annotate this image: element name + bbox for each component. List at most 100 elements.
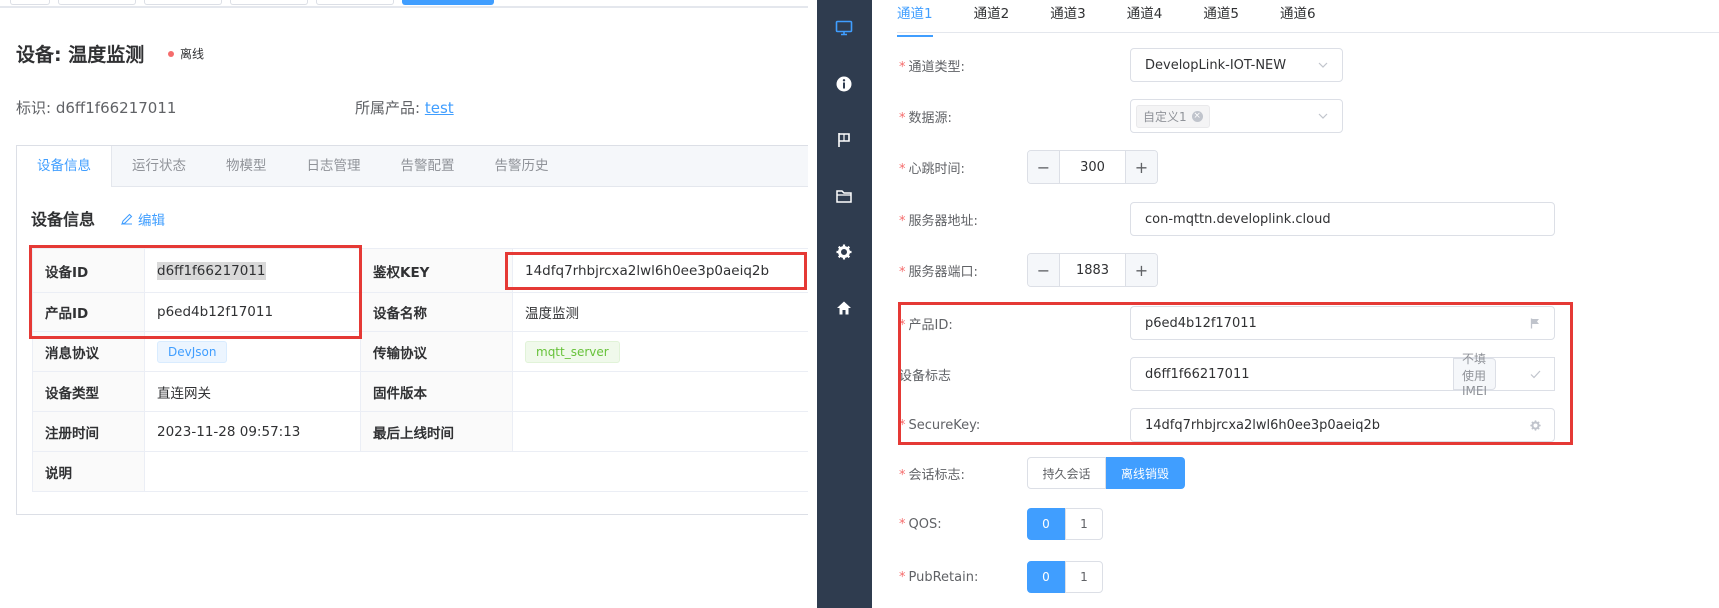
- last-online-value: [512, 411, 808, 452]
- pubretain-option-0[interactable]: 0: [1027, 561, 1065, 593]
- tab-alarm-history[interactable]: 告警历史: [475, 146, 569, 186]
- identifier-meta: 标识: d6ff1f66217011: [16, 97, 176, 118]
- tab-device-info[interactable]: 设备信息: [17, 146, 112, 187]
- identifier-label: 标识:: [16, 99, 52, 117]
- status-text: 离线: [180, 47, 205, 61]
- page-title: 设备: 温度监测: [16, 44, 145, 66]
- channel-type-select[interactable]: DevelopLink-IOT-NEW: [1130, 48, 1343, 82]
- folder-icon[interactable]: [834, 186, 854, 206]
- pubretain-radio-group: 0 1: [1027, 561, 1103, 593]
- auth-key-value: 14dfq7rhbjrcxa2lwl6h0ee3p0aeiq2b: [512, 248, 808, 293]
- home-icon[interactable]: [834, 298, 854, 318]
- server-addr-input[interactable]: con-mqttn.developlink.cloud: [1130, 202, 1555, 236]
- device-tabs-card: 设备信息 运行状态 物模型 日志管理 告警配置 告警历史 设备信息 编辑 设备I…: [16, 145, 808, 515]
- form-row-server-addr: * 服务器地址: con-mqttn.developlink.cloud: [899, 202, 1555, 236]
- page-tab[interactable]: [230, 0, 308, 5]
- reg-time-value: 2023-11-28 09:57:13: [144, 411, 361, 452]
- form-row-channel-type: * 通道类型: DevelopLink-IOT-NEW: [899, 48, 1343, 82]
- offline-dot-icon: [168, 50, 174, 57]
- info-icon[interactable]: [834, 74, 854, 94]
- top-page-tabs: [10, 0, 494, 5]
- channel-config-panel: 通道1 通道2 通道3 通道4 通道5 通道6 * 通道类型: DevelopLi…: [872, 0, 1719, 608]
- check-icon: [1528, 367, 1542, 381]
- tab-channel-3[interactable]: 通道3: [1050, 0, 1086, 32]
- minus-button[interactable]: −: [1028, 254, 1060, 286]
- page-tab[interactable]: [10, 0, 50, 5]
- device-flag-value: d6ff1f66217011: [1145, 366, 1250, 382]
- tab-channel-2[interactable]: 通道2: [974, 0, 1010, 32]
- device-flag-label: 设备标志: [899, 368, 952, 384]
- qos-option-0[interactable]: 0: [1027, 508, 1065, 540]
- pencil-icon: [121, 213, 133, 225]
- server-port-value[interactable]: 1883: [1060, 254, 1125, 286]
- tab-channel-5[interactable]: 通道5: [1203, 0, 1239, 32]
- product-id-label: 产品ID: [32, 292, 145, 332]
- device-name-label: 设备名称: [360, 292, 513, 332]
- channel-type-value: DevelopLink-IOT-NEW: [1145, 57, 1287, 73]
- product-id-input[interactable]: p6ed4b12f17011: [1130, 306, 1555, 340]
- heartbeat-stepper: − 300 +: [1027, 150, 1158, 184]
- tab-thing-model[interactable]: 物模型: [206, 146, 287, 186]
- form-row-qos: * QOS: 0 1: [899, 508, 1103, 540]
- data-source-select[interactable]: 自定义1 ×: [1130, 99, 1343, 133]
- qos-radio-group: 0 1: [1027, 508, 1103, 540]
- msg-protocol-tag: DevJson: [157, 340, 228, 363]
- device-info-table: 设备ID d6ff1f66217011 鉴权KEY 14dfq7rhbjrcxa…: [32, 248, 808, 492]
- minus-button[interactable]: −: [1028, 151, 1060, 183]
- data-source-chip[interactable]: 自定义1 ×: [1136, 104, 1210, 128]
- edit-button[interactable]: 编辑: [121, 209, 165, 229]
- firmware-value: [512, 371, 808, 412]
- transport-tag: mqtt_server: [525, 340, 620, 363]
- session-offline-destroy-option[interactable]: 离线销毁: [1106, 457, 1185, 489]
- form-row-product-id: * 产品ID: p6ed4b12f17011: [899, 306, 1555, 340]
- tab-run-status[interactable]: 运行状态: [112, 146, 206, 186]
- channel-tabs: 通道1 通道2 通道3 通道4 通道5 通道6: [897, 0, 1719, 37]
- qos-option-1[interactable]: 1: [1065, 508, 1103, 540]
- chevron-down-icon: [1316, 58, 1330, 72]
- data-source-label: * 数据源:: [899, 110, 952, 126]
- last-online-label: 最后上线时间: [360, 411, 513, 452]
- product-meta: 所属产品: test: [355, 97, 454, 118]
- device-name-value: 温度监测: [512, 292, 808, 332]
- desc-value: [144, 451, 808, 492]
- top-divider: [0, 6, 808, 8]
- heartbeat-value[interactable]: 300: [1060, 151, 1125, 183]
- product-id-label: * 产品ID:: [899, 317, 953, 333]
- tab-log-manage[interactable]: 日志管理: [287, 146, 381, 186]
- secure-key-input[interactable]: 14dfq7rhbjrcxa2lwl6h0ee3p0aeiq2b: [1130, 408, 1555, 442]
- identifier-value: d6ff1f66217011: [55, 99, 177, 117]
- tab-channel-6[interactable]: 通道6: [1280, 0, 1316, 32]
- tab-channel-1[interactable]: 通道1: [897, 0, 933, 37]
- msg-protocol-cell: DevJson: [144, 331, 361, 372]
- status-badge: 离线: [168, 45, 204, 62]
- session-persistent-option[interactable]: 持久会话: [1027, 457, 1106, 489]
- product-id-value: p6ed4b12f17011: [1145, 315, 1257, 331]
- form-row-session: * 会话标志: 持久会话 离线销毁: [899, 457, 1185, 489]
- page-tab[interactable]: [58, 0, 136, 5]
- pubretain-option-1[interactable]: 1: [1065, 561, 1103, 593]
- device-id-label: 设备ID: [32, 248, 145, 293]
- device-tabs: 设备信息 运行状态 物模型 日志管理 告警配置 告警历史: [17, 146, 808, 187]
- session-radio-group: 持久会话 离线销毁: [1027, 457, 1185, 489]
- server-addr-label: * 服务器地址:: [899, 213, 978, 229]
- tab-channel-4[interactable]: 通道4: [1127, 0, 1163, 32]
- device-id-cell: d6ff1f66217011: [144, 248, 361, 293]
- close-icon[interactable]: ×: [1191, 110, 1203, 122]
- auth-key-label: 鉴权KEY: [360, 248, 513, 293]
- device-detail-panel: 设备: 温度监测 离线 标识: d6ff1f66217011 所属产品: tes…: [0, 0, 808, 608]
- tab-alarm-config[interactable]: 告警配置: [381, 146, 475, 186]
- page-tab[interactable]: [316, 0, 394, 5]
- plus-button[interactable]: +: [1125, 151, 1157, 183]
- plus-button[interactable]: +: [1125, 254, 1157, 286]
- monitor-icon[interactable]: [834, 18, 854, 38]
- page-tab-active[interactable]: [402, 0, 494, 5]
- edit-label: 编辑: [138, 213, 165, 229]
- product-link[interactable]: test: [425, 99, 454, 117]
- flag-icon[interactable]: [834, 130, 854, 150]
- firmware-label: 固件版本: [360, 371, 513, 412]
- page-tab[interactable]: [144, 0, 222, 5]
- reg-time-label: 注册时间: [32, 411, 145, 452]
- gear-icon[interactable]: [834, 242, 854, 262]
- imei-button[interactable]: 不填使用IMEI: [1453, 352, 1496, 398]
- device-type-value: 直连网关: [144, 371, 361, 412]
